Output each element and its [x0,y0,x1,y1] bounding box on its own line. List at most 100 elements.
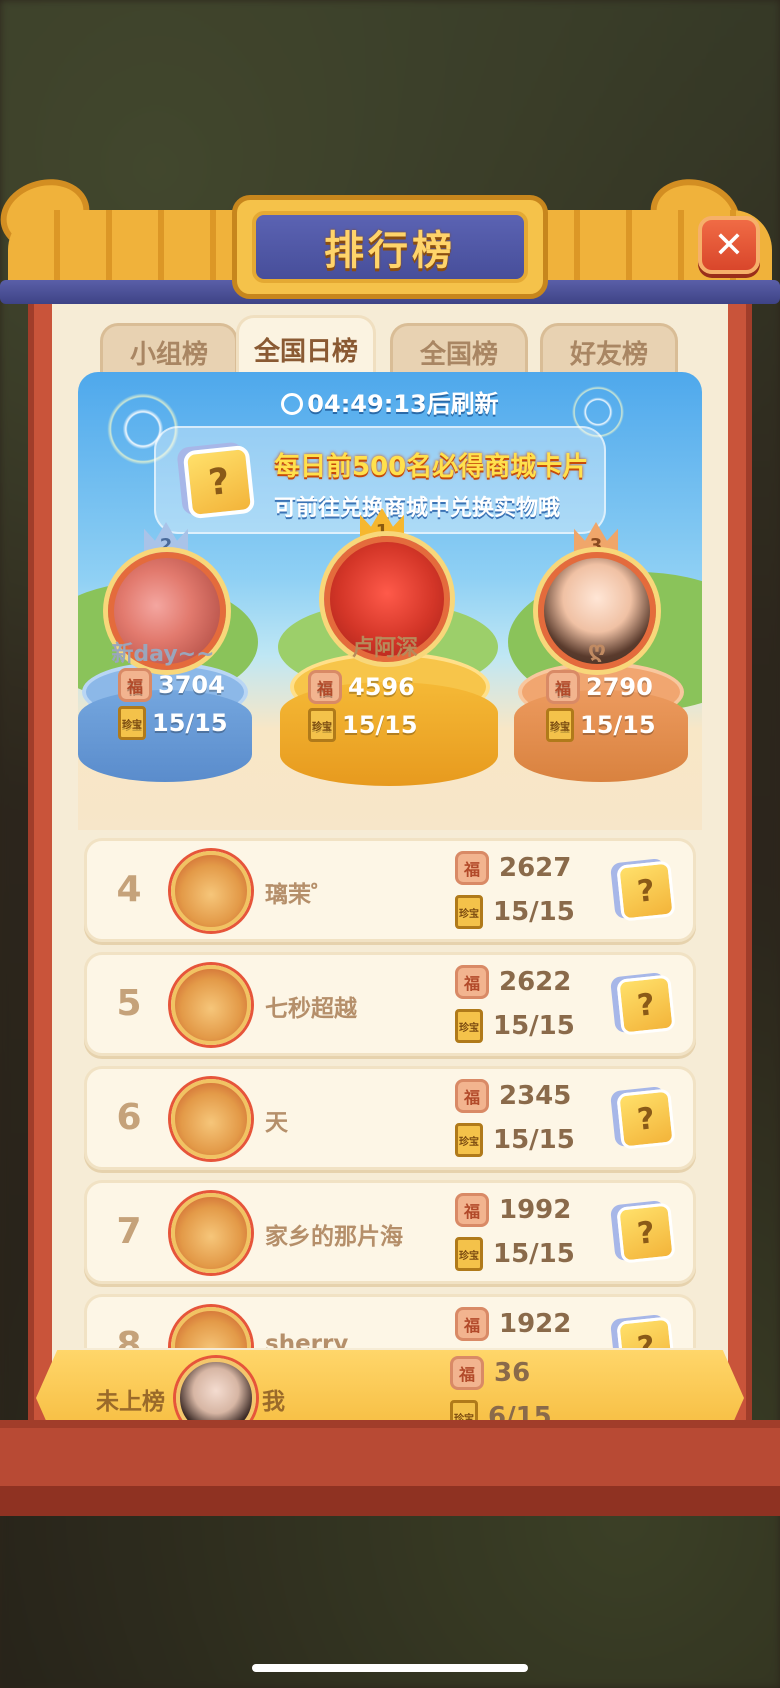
podium-1-progress: 珍宝 15/15 [308,708,418,742]
mystery-card-symbol: ? [635,1214,657,1252]
title-plaque-inner: 排行榜 [252,211,528,283]
tab-friends[interactable]: 好友榜 [540,323,678,379]
list-item-progress: 珍宝 15/15 [455,895,575,929]
fu-icon: 福 [455,1079,489,1113]
my-score: 福 36 [450,1356,530,1390]
podium-1-progress-value: 15/15 [342,711,418,739]
fu-icon: 福 [308,670,342,704]
book-icon: 珍宝 [308,708,336,742]
mystery-card-symbol: ? [635,1328,657,1348]
my-score-value: 36 [494,1358,531,1388]
tab-group-label: 小组榜 [129,340,208,370]
fu-icon: 福 [546,670,580,704]
tab-national-daily-label: 全国日榜 [253,337,358,367]
podium-3-name: ღ [588,638,606,663]
avatar [171,851,251,931]
list-item-progress: 珍宝 15/15 [455,1123,575,1157]
tab-bar: 小组榜 全国日榜 全国榜 好友榜 [100,315,680,381]
list-item-score-value: 2622 [499,967,572,997]
avatar [171,1193,251,1273]
podium-3-score: 福 2790 [546,670,653,704]
book-icon: 珍宝 [455,1009,483,1043]
podium-2-progress-value: 15/15 [152,709,228,737]
book-icon: 珍宝 [455,1237,483,1271]
list-item-score: 福 1992 [455,1193,571,1227]
clock-icon [281,393,304,415]
list-item[interactable]: 4 璃茉゜ 福 2627 珍宝 15/15 ? [84,838,696,942]
tab-group[interactable]: 小组榜 [100,323,238,379]
list-item-progress-value: 15/15 [493,1125,575,1155]
title-plaque: 排行榜 [232,195,548,299]
podium-2-progress: 珍宝 15/15 [118,706,228,740]
list-item[interactable]: 8 sherry 福 1922 ? [84,1294,696,1348]
book-icon: 珍宝 [455,895,483,929]
mystery-card-icon[interactable]: ? [616,1316,676,1348]
list-item[interactable]: 7 家乡的那片海 福 1992 珍宝 15/15 ? [84,1180,696,1284]
list-item[interactable]: 5 七秒超越 福 2622 珍宝 15/15 ? [84,952,696,1056]
promo-line-2: 可前往兑换商城中兑换实物哦 [274,496,561,521]
mystery-card-icon: ? [182,444,256,520]
tab-friends-label: 好友榜 [569,340,648,370]
book-icon: 珍宝 [118,706,146,740]
fu-icon: 福 [450,1356,484,1390]
list-item-rank: 7 [116,1211,142,1252]
podium-3-progress: 珍宝 15/15 [546,708,656,742]
podium-2-name: 新day~~ [111,642,215,667]
ranking-list[interactable]: 4 璃茉゜ 福 2627 珍宝 15/15 ? 5 七秒超越 福 2622 珍宝 15/… [84,838,696,1348]
list-item-name: 七秒超越 [265,996,357,1022]
book-icon: 珍宝 [546,708,574,742]
refresh-timer-text: 04:49:13后刷新 [307,390,499,418]
home-indicator[interactable] [252,1664,528,1672]
promo-line-1: 每日前500名必得商城卡片 [274,452,589,482]
list-item-name: 家乡的那片海 [265,1224,403,1250]
my-name: 我 [262,1389,285,1415]
mystery-card-icon[interactable]: ? [616,974,676,1036]
podium-3-score-value: 2790 [586,673,653,701]
podium-1-name: 卢阿深 [351,636,418,661]
page-title: 排行榜 [324,228,456,274]
list-item-score-value: 2627 [499,853,572,883]
mystery-card-symbol: ? [635,1100,657,1138]
avatar [171,1307,251,1348]
fu-icon: 福 [455,1193,489,1227]
list-item-progress-value: 15/15 [493,1239,575,1269]
mystery-card-icon[interactable]: ? [616,1088,676,1150]
list-item-name: 璃茉゜ [265,882,334,908]
avatar [171,965,251,1045]
book-icon: 珍宝 [455,1123,483,1157]
list-item-score: 福 2622 [455,965,571,999]
avatar [171,1079,251,1159]
bottom-wall-decoration [0,1420,780,1516]
fu-icon: 福 [455,965,489,999]
list-item-progress: 珍宝 15/15 [455,1237,575,1271]
tab-national[interactable]: 全国榜 [390,323,528,379]
list-item-rank: 8 [116,1325,142,1348]
mystery-card-icon[interactable]: ? [616,860,676,922]
list-item-rank: 6 [116,1097,142,1138]
podium-2-score-value: 3704 [158,671,225,699]
list-item[interactable]: 6 天 福 2345 珍宝 15/15 ? [84,1066,696,1170]
close-button[interactable]: ✕ [698,216,760,274]
list-item-score-value: 1922 [499,1309,572,1339]
bottom-wall-base [0,1486,780,1516]
close-icon: ✕ [713,224,745,266]
list-item-rank: 4 [116,869,142,910]
fu-icon: 福 [455,851,489,885]
mystery-card-icon[interactable]: ? [616,1202,676,1264]
list-item-name: sherry [265,1331,349,1348]
tab-national-label: 全国榜 [419,340,498,370]
list-item-score: 福 2345 [455,1079,571,1113]
podium-1-score: 福 4596 [308,670,415,704]
list-item-score-value: 2345 [499,1081,572,1111]
podium-1-score-value: 4596 [348,673,415,701]
mystery-card-symbol: ? [635,986,657,1024]
refresh-timer: 04:49:13后刷新 [78,384,702,419]
list-item-score-value: 1992 [499,1195,572,1225]
list-item-name: 天 [265,1110,288,1136]
list-item-progress-value: 15/15 [493,1011,575,1041]
podium-2-score: 福 3704 [118,668,225,702]
list-item-score: 福 2627 [455,851,571,885]
list-item-score: 福 1922 [455,1307,571,1341]
podium-3-progress-value: 15/15 [580,711,656,739]
podium-section: 04:49:13后刷新 ? 每日前500名必得商城卡片 可前往兑换商城中兑换实物… [78,372,702,830]
